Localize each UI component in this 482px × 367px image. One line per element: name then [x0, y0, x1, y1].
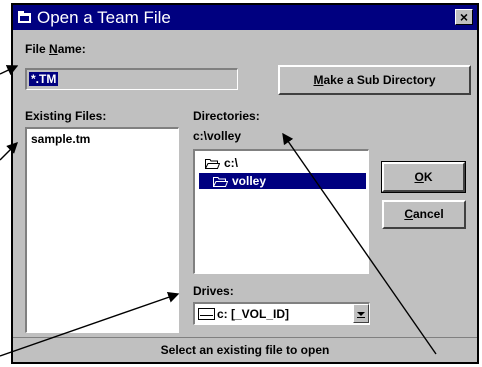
window-title: Open a Team File — [37, 8, 171, 27]
folder-window-icon — [18, 11, 31, 23]
drives-value: c: [_VOL_ID] — [217, 307, 290, 321]
ok-button-default-frame: OK — [381, 161, 466, 193]
directory-item-c[interactable]: c:\ — [205, 155, 365, 171]
cancel-button[interactable]: Cancel — [382, 200, 466, 229]
file-name-value: *.TM — [29, 72, 59, 86]
drives-label: Drives: — [193, 284, 234, 298]
directory-item-label: c:\ — [224, 156, 239, 170]
ok-button[interactable]: OK — [382, 162, 465, 192]
open-folder-icon — [213, 177, 228, 187]
drive-icon — [198, 308, 215, 320]
directories-list[interactable]: c:\ volley — [193, 149, 369, 274]
status-bar: Select an existing file to open — [13, 337, 477, 362]
current-directory-path: c:\volley — [193, 129, 242, 143]
directories-label: Directories: — [193, 109, 260, 123]
existing-files-label: Existing Files: — [25, 109, 107, 123]
make-sub-directory-button[interactable]: Make a Sub Directory — [278, 65, 471, 95]
existing-files-list[interactable]: sample.tm — [25, 127, 179, 333]
close-button[interactable]: × — [455, 9, 473, 25]
drives-dropdown-button[interactable] — [353, 304, 369, 323]
file-name-input[interactable]: *.TM — [25, 68, 238, 90]
file-list-item[interactable]: sample.tm — [31, 132, 90, 146]
open-folder-icon — [205, 159, 220, 169]
directory-item-volley[interactable]: volley — [199, 173, 366, 189]
title-bar[interactable]: Open a Team File × — [13, 5, 477, 30]
drives-select[interactable]: c: [_VOL_ID] — [193, 302, 370, 325]
chevron-down-icon — [357, 312, 365, 318]
directory-item-label: volley — [232, 174, 267, 188]
open-team-file-dialog: Open a Team File × File Name: *.TM Make … — [11, 3, 479, 364]
close-icon: × — [459, 9, 469, 25]
file-name-label: File Name: — [25, 42, 86, 56]
